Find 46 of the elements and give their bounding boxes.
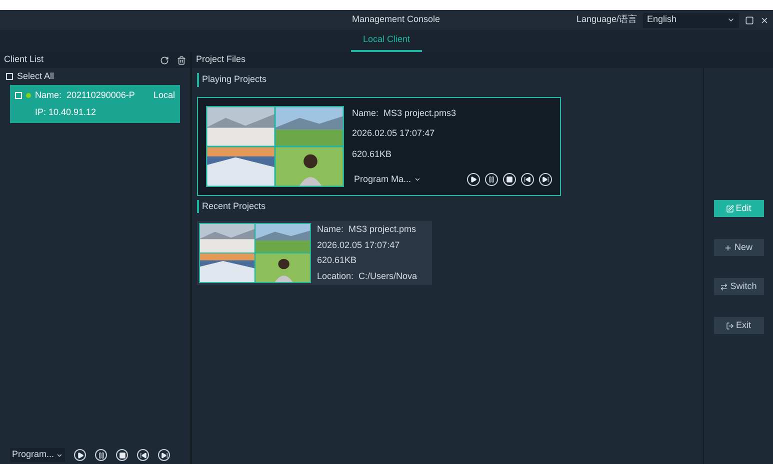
project-location: Location: C:/Users/Nova xyxy=(317,270,418,282)
refresh-icon[interactable] xyxy=(160,56,169,64)
section-title: Recent Projects xyxy=(197,200,697,213)
project-size: 620.61KB xyxy=(352,148,393,160)
language-label: Language/语言 xyxy=(576,13,637,26)
client-name: Name: 202110290006-P xyxy=(35,89,135,102)
caret-icon xyxy=(414,176,422,184)
close-icon[interactable] xyxy=(760,16,769,24)
previous-icon[interactable] xyxy=(521,173,534,186)
previous-icon[interactable] xyxy=(137,449,150,461)
edit-icon xyxy=(726,204,734,212)
exit-button[interactable]: Exit xyxy=(714,317,764,334)
play-icon[interactable] xyxy=(467,173,480,186)
swap-arrows-icon xyxy=(720,282,728,290)
next-icon[interactable] xyxy=(158,449,170,461)
window-title: Management Console xyxy=(352,13,440,26)
exit-icon xyxy=(726,322,734,330)
pause-icon[interactable] xyxy=(95,449,108,461)
switch-button[interactable]: Switch xyxy=(714,278,764,295)
project-date: 2026.02.05 17:07:47 xyxy=(317,238,401,252)
project-name: Name: MS3 project.pms3 xyxy=(352,106,458,120)
language-dropdown[interactable]: English xyxy=(643,12,739,28)
delete-icon[interactable] xyxy=(177,56,186,64)
client-tag: Local xyxy=(153,89,175,119)
play-icon[interactable] xyxy=(74,449,86,461)
stop-icon[interactable] xyxy=(116,449,128,461)
next-icon[interactable] xyxy=(539,173,552,186)
client-checkbox[interactable] xyxy=(15,92,22,100)
caret-icon xyxy=(56,452,64,458)
panel-title: Client List xyxy=(4,53,44,66)
program-dropdown[interactable]: Program Ma... xyxy=(352,173,424,186)
client-ip: IP: 10.40.91.12 xyxy=(34,106,98,118)
panel-title: Project Files xyxy=(196,53,246,66)
stop-icon[interactable] xyxy=(503,173,516,186)
pause-icon[interactable] xyxy=(485,173,498,186)
project-date: 2026.02.05 17:07:47 xyxy=(352,127,436,140)
section-title: Playing Projects xyxy=(197,73,697,86)
caret-icon xyxy=(727,16,735,24)
program-dropdown[interactable]: Program... xyxy=(10,448,66,462)
new-button[interactable]: New xyxy=(714,239,764,256)
plus-icon xyxy=(724,244,732,252)
project-name: Name: MS3 project.pms xyxy=(317,223,418,236)
project-size: 620.61KB xyxy=(317,254,358,267)
maximize-icon[interactable] xyxy=(745,16,754,24)
select-all-checkbox[interactable]: Select All xyxy=(0,68,190,85)
recent-project-card[interactable]: Name: MS3 project.pms 2026.02.05 17:07:47 620.61KB Location: C:/Users/Nova xyxy=(197,221,432,285)
